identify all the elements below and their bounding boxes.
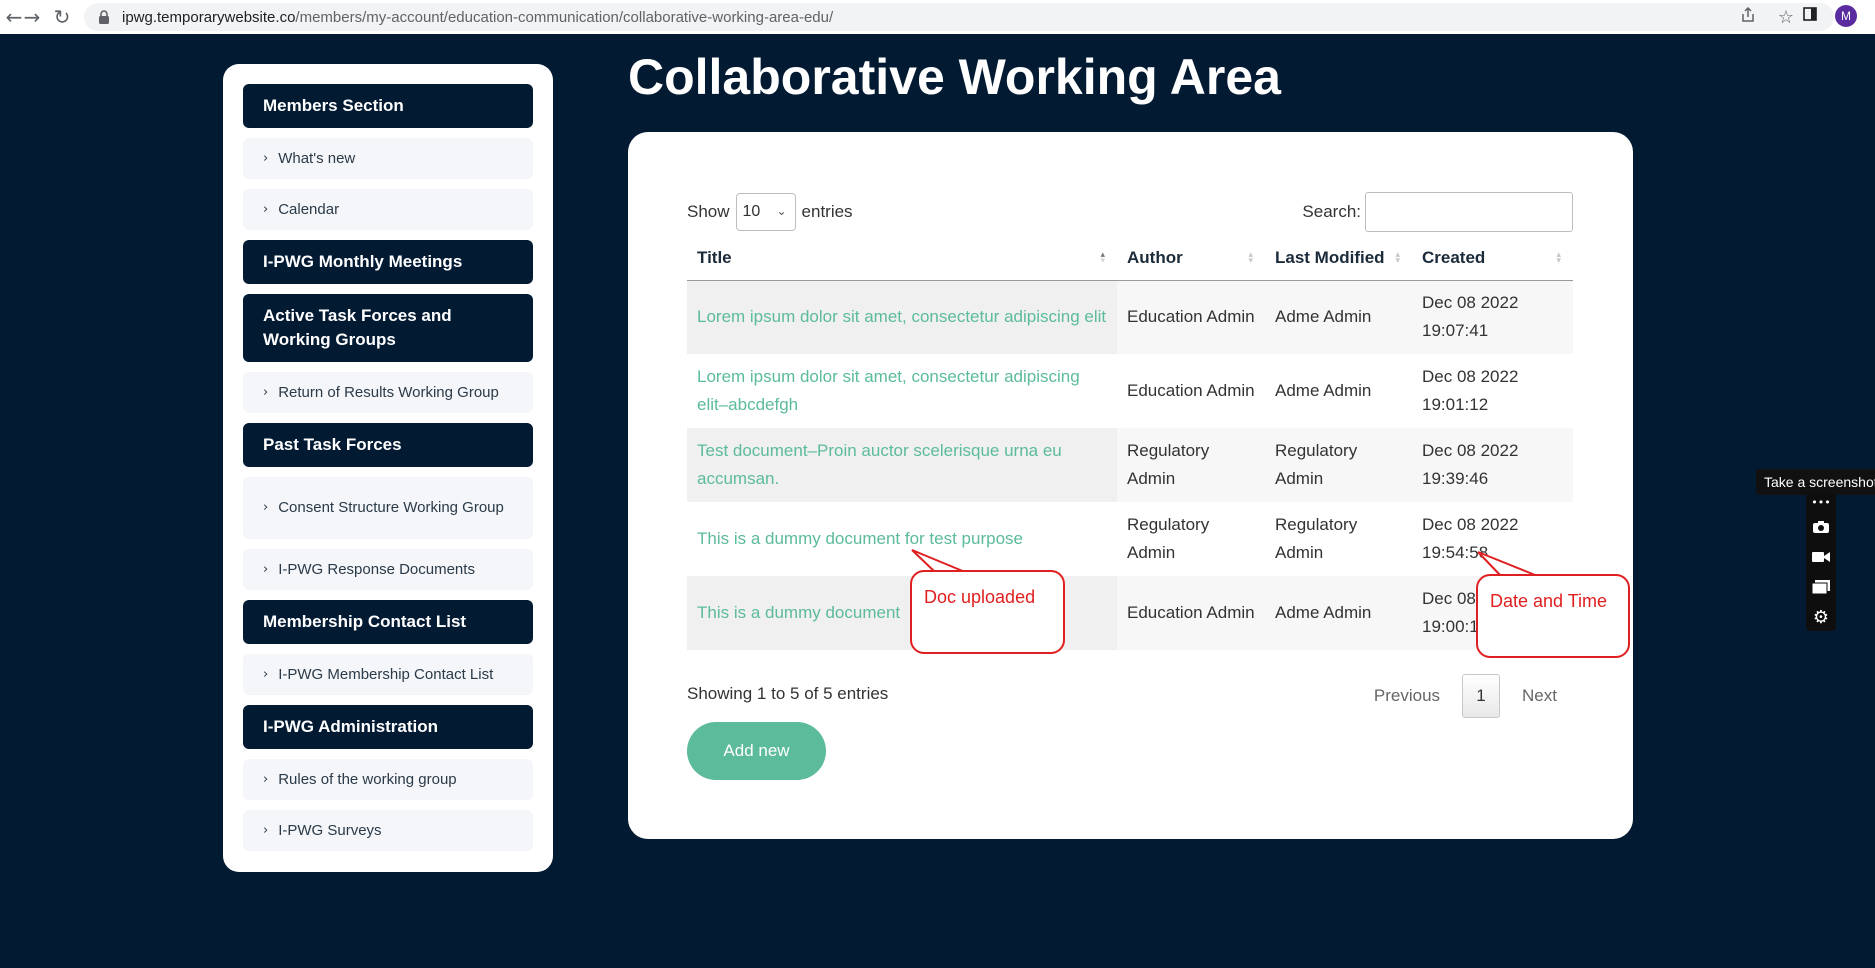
column-header-author[interactable]: Author ▴ ▾ — [1117, 236, 1265, 281]
created-cell: Dec 08 2022 19:01:12 — [1422, 367, 1519, 414]
modified-cell: Regulatory Admin — [1265, 428, 1412, 502]
url-text: ipwg.temporarywebsite.co/members/my-acco… — [122, 8, 834, 26]
chevron-right-icon: › — [263, 384, 269, 400]
title-cell: Test document–Proin auctor scelerisque u… — [687, 428, 1117, 502]
sidebar-heading-past-task-forces[interactable]: Past Task Forces — [243, 423, 533, 467]
author-cell: Education Admin — [1127, 381, 1255, 400]
title-cell: Lorem ipsum dolor sit amet, consectetur … — [687, 354, 1117, 428]
author-cell: Regulatory Admin — [1117, 428, 1265, 502]
chevron-right-icon: › — [263, 150, 269, 166]
chevron-right-icon: › — [263, 201, 269, 217]
column-header-last-modified[interactable]: Last Modified ▴ ▾ — [1265, 236, 1412, 281]
document-link[interactable]: Lorem ipsum dolor sit amet, consectetur … — [697, 307, 1106, 326]
document-link[interactable]: This is a dummy document — [697, 603, 900, 622]
created-cell: Dec 08 2022 19:54:58 — [1422, 515, 1519, 562]
chevron-right-icon: › — [263, 771, 269, 787]
modified-cell: Regulatory Admin — [1275, 515, 1358, 562]
entries-value: 10 — [742, 203, 761, 220]
share-icon[interactable] — [1740, 6, 1756, 28]
document-link[interactable]: Lorem ipsum dolor sit amet, consectetur … — [697, 367, 1080, 414]
screenshot-tooltip: Take a screenshot — [1756, 469, 1875, 495]
author-cell: Regulatory Admin — [1127, 515, 1210, 562]
table-info: Showing 1 to 5 of 5 entries — [687, 684, 889, 703]
chevron-right-icon: › — [263, 561, 269, 577]
pagination: Previous 1 Next — [1374, 674, 1557, 718]
page-title: Collaborative Working Area — [628, 49, 1281, 105]
sort-icon: ▴ ▾ — [1556, 250, 1561, 266]
forward-arrow-icon[interactable]: → — [18, 3, 46, 31]
next-button[interactable]: Next — [1522, 686, 1557, 706]
callout-doc-uploaded: Doc uploaded — [910, 570, 1065, 654]
sidebar-heading-administration[interactable]: I-PWG Administration — [243, 705, 533, 749]
table-row: This is a dummy document for test purpos… — [687, 502, 1573, 576]
table-row: Test document–Proin auctor scelerisque u… — [687, 428, 1573, 502]
sidebar-item-response-documents[interactable]: › I-PWG Response Documents — [243, 549, 533, 590]
star-icon[interactable]: ☆ — [1778, 7, 1794, 28]
browser-toolbar: ← → ↻ ipwg.temporarywebsite.co/members/m… — [0, 0, 1875, 34]
camera-icon[interactable] — [1812, 517, 1830, 537]
documents-table: Title ▴ ▾ Author ▴ ▾ Last Modified ▴ ▾ Created… — [687, 236, 1573, 650]
created-cell: Dec 08 2022 19:07:41 — [1412, 280, 1573, 354]
chevron-down-icon: ⌄ — [776, 204, 787, 218]
document-link[interactable]: Test document–Proin auctor scelerisque u… — [697, 441, 1062, 488]
modified-cell: Adme Admin — [1275, 381, 1372, 400]
created-cell: Dec 08 2022 19:39:46 — [1412, 428, 1573, 502]
entries-label: entries — [801, 202, 853, 221]
modified-cell: Adme Admin — [1265, 280, 1412, 354]
window-icon[interactable] — [1812, 577, 1830, 597]
search-control: Search: — [1302, 192, 1573, 232]
sort-icon: ▴ ▾ — [1395, 250, 1400, 266]
modified-cell: Adme Admin — [1265, 576, 1412, 650]
callout-date-and-time: Date and Time — [1476, 574, 1630, 658]
table-row: This is a dummy document Education Admin… — [687, 576, 1573, 650]
table-row: Lorem ipsum dolor sit amet, consectetur … — [687, 354, 1573, 428]
page-button-current[interactable]: 1 — [1462, 674, 1501, 718]
column-header-created[interactable]: Created ▴ ▾ — [1412, 236, 1573, 281]
title-cell: This is a dummy document for test purpos… — [687, 502, 1117, 576]
sidebar-heading-members-section[interactable]: Members Section — [243, 84, 533, 128]
sidebar-item-whats-new[interactable]: › What's new — [243, 138, 533, 179]
sidebar-item-surveys[interactable]: › I-PWG Surveys — [243, 810, 533, 851]
sort-icon: ▴ ▾ — [1248, 250, 1253, 266]
chevron-right-icon: › — [263, 666, 269, 682]
members-sidebar: Members Section › What's new › Calendar I-… — [223, 64, 553, 872]
sidebar-item-consent-structure[interactable]: › Consent Structure Working Group — [243, 477, 533, 539]
author-cell: Education Admin — [1117, 280, 1265, 354]
sidebar-item-return-of-results[interactable]: › Return of Results Working Group — [243, 372, 533, 413]
documents-card: Show 10 ⌄ entries Search: Title ▴ ▾ Author… — [628, 132, 1633, 839]
screenshot-toolbar: ••• ⚙ — [1806, 493, 1836, 631]
address-bar[interactable]: ipwg.temporarywebsite.co/members/my-acco… — [84, 3, 1834, 31]
sort-asc-icon: ▴ ▾ — [1100, 250, 1105, 266]
more-icon[interactable]: ••• — [1811, 496, 1830, 509]
sidebar-item-rules[interactable]: › Rules of the working group — [243, 759, 533, 800]
document-link[interactable]: This is a dummy document for test purpos… — [697, 529, 1023, 548]
add-new-button[interactable]: Add new — [687, 722, 826, 780]
entries-select[interactable]: 10 ⌄ — [735, 193, 796, 231]
table-row: Lorem ipsum dolor sit amet, consectetur … — [687, 280, 1573, 354]
sidebar-item-calendar[interactable]: › Calendar — [243, 189, 533, 230]
profile-avatar[interactable]: M — [1835, 5, 1857, 27]
search-input[interactable] — [1365, 192, 1573, 232]
gear-icon[interactable]: ⚙ — [1813, 607, 1829, 628]
previous-button[interactable]: Previous — [1374, 686, 1440, 706]
show-label: Show — [687, 202, 730, 221]
side-panel-icon[interactable] — [1803, 6, 1817, 26]
sidebar-heading-membership-contact-list[interactable]: Membership Contact List — [243, 600, 533, 644]
chevron-right-icon: › — [263, 500, 269, 515]
search-label: Search: — [1302, 202, 1361, 221]
reload-icon[interactable]: ↻ — [48, 3, 76, 31]
title-cell: Lorem ipsum dolor sit amet, consectetur … — [687, 280, 1117, 354]
lock-icon — [98, 10, 112, 24]
video-icon[interactable] — [1812, 547, 1830, 567]
column-header-title[interactable]: Title ▴ ▾ — [687, 236, 1117, 281]
entries-length-control: Show 10 ⌄ entries — [687, 193, 853, 231]
sidebar-heading-monthly-meetings[interactable]: I-PWG Monthly Meetings — [243, 240, 533, 284]
sidebar-item-membership-contact-list[interactable]: › I-PWG Membership Contact List — [243, 654, 533, 695]
chevron-right-icon: › — [263, 822, 269, 838]
sidebar-heading-active-task-forces[interactable]: Active Task Forces and Working Groups — [243, 294, 533, 362]
author-cell: Education Admin — [1117, 576, 1265, 650]
